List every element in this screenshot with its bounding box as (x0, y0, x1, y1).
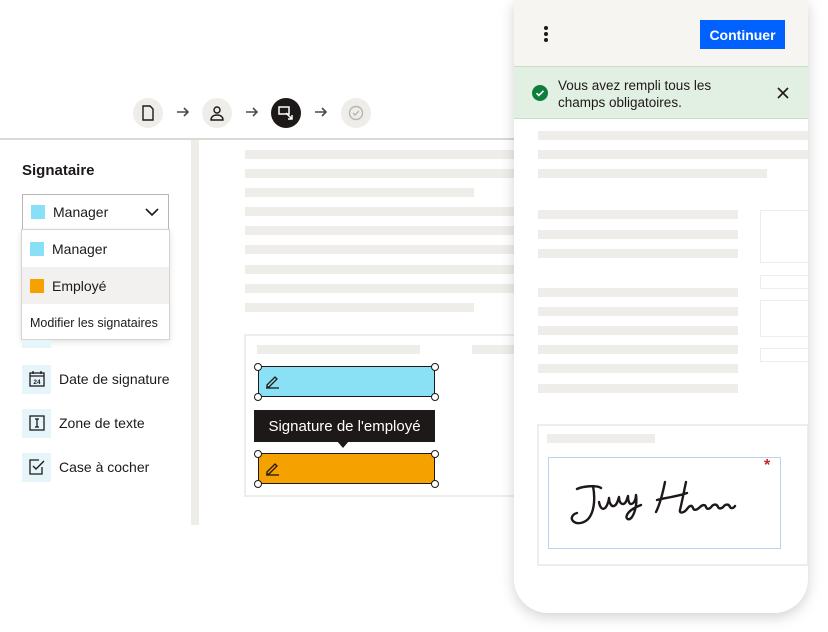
menu-option-label: Manager (52, 240, 108, 257)
chevron-down-icon (145, 208, 159, 217)
placeholder-line (538, 345, 738, 354)
pen-icon (266, 376, 279, 389)
placeholder-line (538, 169, 767, 178)
field-checkbox[interactable]: Case à cocher (22, 452, 149, 482)
step-review[interactable] (341, 98, 371, 128)
signer-color-swatch (31, 205, 45, 219)
resize-handle[interactable] (254, 393, 262, 401)
signature-input[interactable] (548, 457, 781, 549)
required-asterisk: * (764, 457, 771, 474)
resize-handle[interactable] (254, 363, 262, 371)
menu-option-label: Employé (52, 277, 107, 294)
panel-title: Signataire (22, 162, 95, 179)
step-document[interactable] (133, 98, 163, 128)
placeholder-line (538, 384, 738, 393)
success-check-icon (532, 85, 548, 101)
edit-signers-link[interactable]: Modifier les signataires (22, 304, 169, 341)
placeholder-line (257, 345, 420, 354)
tooltip-pointer (337, 441, 349, 448)
placeholder-line (245, 188, 474, 197)
text-box-icon (22, 408, 51, 438)
signer-color-swatch (30, 241, 44, 256)
continue-button[interactable]: Continuer (700, 20, 785, 49)
placeholder-line (245, 284, 515, 293)
placeholder-line (538, 230, 738, 239)
placeholder-line (245, 265, 515, 274)
handwritten-signature-icon (570, 480, 737, 525)
placeholder-line (538, 307, 738, 316)
placeholder-box (760, 300, 808, 337)
phone-preview: Continuer Vous avez rempli tous les cham… (514, 0, 808, 613)
resize-handle[interactable] (431, 393, 439, 401)
menu-option-manager[interactable]: Manager (22, 230, 169, 267)
placeholder-line (538, 249, 738, 258)
placeholder-line (245, 150, 515, 159)
place-fields-icon (278, 106, 293, 120)
field-tooltip: Signature de l'employé (254, 410, 435, 442)
placeholder-line (538, 326, 738, 335)
arrow-right-icon (177, 107, 190, 117)
field-text-box[interactable]: Zone de texte (22, 408, 145, 438)
resize-handle[interactable] (431, 363, 439, 371)
placeholder-line (245, 245, 515, 254)
resize-handle[interactable] (254, 480, 262, 488)
resize-handle[interactable] (431, 450, 439, 458)
document-icon (142, 105, 154, 121)
step-place-fields[interactable] (271, 98, 301, 128)
placeholder-line (547, 434, 655, 443)
arrow-right-icon (246, 107, 259, 117)
calendar-icon: 24 (22, 364, 51, 394)
field-date-signature[interactable]: 24 Date de signature (22, 364, 170, 394)
person-icon (210, 106, 224, 121)
arrow-right-icon (315, 107, 328, 117)
menu-option-employee[interactable]: Employé (22, 267, 169, 304)
signer-dropdown-menu: Manager Employé Modifier les signataires (21, 229, 170, 340)
resize-handle[interactable] (254, 450, 262, 458)
check-circle-icon (348, 105, 364, 121)
signer-select[interactable]: Manager (22, 194, 169, 230)
placeholder-line (538, 210, 738, 219)
pen-icon (266, 463, 279, 476)
employee-signature-field[interactable] (258, 453, 435, 484)
svg-text:24: 24 (33, 379, 41, 386)
checkbox-icon (22, 452, 51, 482)
panel-divider (191, 140, 199, 525)
field-label: Case à cocher (59, 459, 150, 475)
placeholder-box (760, 210, 808, 263)
placeholder-line (245, 207, 515, 216)
success-banner: Vous avez rempli tous les champs obligat… (514, 66, 808, 119)
placeholder-line (245, 303, 474, 312)
placeholder-line (245, 226, 515, 235)
step-signers[interactable] (202, 98, 232, 128)
placeholder-line (538, 131, 808, 140)
header-divider (0, 138, 560, 140)
field-label: Date de signature (59, 371, 170, 387)
banner-message: Vous avez rempli tous les champs obligat… (558, 78, 712, 110)
placeholder-line (245, 169, 515, 178)
hidden-field-icon (22, 340, 51, 348)
placeholder-line (538, 288, 738, 297)
more-options-icon[interactable] (543, 26, 549, 44)
placeholder-box (760, 275, 808, 289)
signer-select-value: Manager (53, 204, 109, 220)
manager-signature-field[interactable] (258, 366, 435, 397)
placeholder-box (760, 348, 808, 362)
close-icon[interactable] (776, 86, 790, 100)
signer-color-swatch (30, 278, 44, 293)
placeholder-line (538, 364, 738, 373)
placeholder-line (538, 150, 808, 159)
resize-handle[interactable] (431, 480, 439, 488)
field-label: Zone de texte (59, 415, 145, 431)
